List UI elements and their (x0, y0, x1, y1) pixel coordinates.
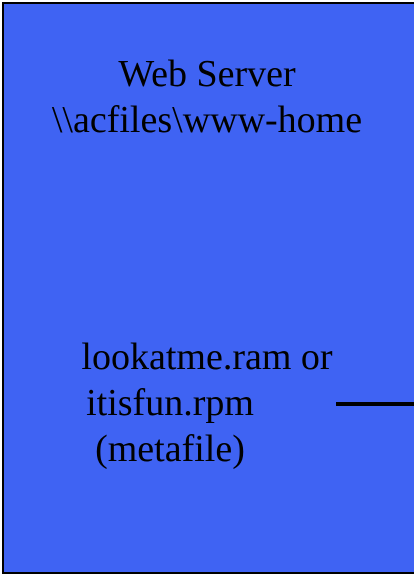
connector-line (336, 402, 414, 406)
file-name-line-1: lookatme.ram or (81, 336, 333, 378)
file-name-line-2: itisfun.rpm (86, 382, 254, 424)
file-type-label: (metafile) (95, 428, 245, 470)
server-title: Web Server (118, 53, 296, 95)
diagram-canvas: Web Server \\acfiles\www-home lookatme.r… (0, 0, 414, 580)
server-path: \\acfiles\www-home (51, 99, 363, 141)
